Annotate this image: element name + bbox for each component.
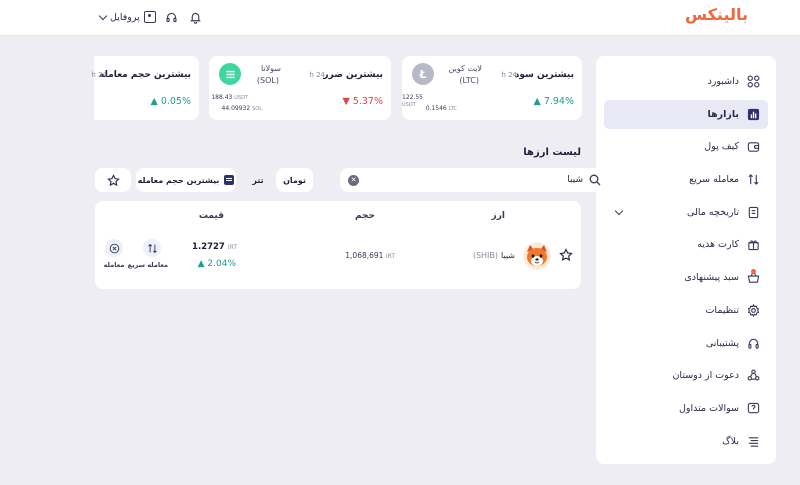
card-title: بیشترین سود (514, 70, 574, 80)
user-avatar-icon (143, 11, 156, 23)
price-cell: 1.2727 IRT (192, 242, 237, 252)
trade-button[interactable]: معامله (98, 239, 130, 269)
search-value: شیبا (567, 175, 583, 185)
sidebar-item-label: داشبورد (707, 76, 739, 87)
change-percent: ▲ 7.94% (533, 96, 574, 107)
headset-support-icon[interactable] (164, 9, 180, 25)
change-percent: ▼ 5.37% (342, 96, 383, 107)
chevron-down-icon (98, 11, 108, 20)
bar-chart-icon (747, 108, 760, 121)
sidebar-item-label: بازارها (707, 108, 739, 120)
toman-filter-chip[interactable]: تومان (276, 168, 313, 192)
swap-arrows-icon (143, 239, 161, 257)
exchange-circle-icon (105, 239, 123, 257)
column-header-price: قیمت (198, 211, 224, 221)
sidebar-item-blog[interactable]: بلاگ (604, 427, 768, 456)
sidebar-item-invite-friends[interactable]: دعوت از دوستان (604, 361, 768, 390)
coin-price: 188.43 USDT (211, 94, 248, 101)
sidebar-item-label: تنظیمات (705, 304, 739, 316)
question-icon (747, 402, 760, 415)
sidebar-item-markets[interactable]: بازارها (604, 99, 768, 129)
search-input[interactable]: شیبا ✕ (340, 168, 609, 192)
coin-name: لایت کوین (448, 64, 482, 73)
period-label: 24 h (91, 71, 107, 79)
top-header: بالینکس پروفایل (0, 0, 800, 36)
top-loser-card[interactable]: بیشترین ضرر 24 h ▼ 5.37% سولانا (SOL) 18… (209, 56, 391, 120)
menu-lines-icon (747, 435, 760, 448)
sidebar-item-label: کیف پول (704, 141, 739, 153)
tether-filter-chip[interactable]: تتر (241, 168, 275, 192)
profile-menu[interactable]: پروفایل (98, 11, 156, 23)
coin-symbol: (SOL) (256, 76, 279, 85)
top-volume-card[interactable]: بیشترین حجم معامله 24 h ▲ 0.05% (91, 56, 199, 120)
users-icon (747, 369, 760, 382)
clear-search-icon[interactable]: ✕ (348, 174, 359, 186)
coin-symbol: (LTC) (459, 76, 479, 85)
sidebar: داشبورد بازارها کیف پول معامله سریع تاری… (596, 56, 776, 464)
sidebar-item-quick-trade[interactable]: معامله سریع (604, 165, 768, 194)
change-percent: ▲ 0.05% (150, 96, 191, 107)
sidebar-item-support[interactable]: پشتیبانی (604, 329, 768, 358)
star-icon (106, 173, 120, 186)
card-title: بیشترین ضرر (323, 70, 383, 80)
sidebar-item-gift-card[interactable]: کارت هدیه (604, 230, 768, 259)
logo-text: بالینکس (684, 5, 749, 24)
action-label: معامله سریع (127, 261, 168, 269)
quick-trade-button[interactable]: معامله سریع (127, 239, 168, 269)
swap-arrows-icon (747, 173, 760, 186)
currency-table: ارز حجم قیمت شیبا(SHIB) 1,068,691 IRT 1.… (95, 201, 581, 289)
notification-bell-icon[interactable] (188, 9, 204, 25)
headset-icon (747, 337, 760, 350)
coin-amount: 0.1546 LTC (425, 105, 457, 112)
sort-by-dropdown[interactable]: بیشترین حجم معامله (136, 168, 236, 192)
header-actions: پروفایل (98, 7, 204, 27)
search-icon (589, 174, 601, 186)
chevron-down-icon[interactable] (614, 206, 624, 215)
wallet-icon (747, 140, 760, 153)
favorites-filter-button[interactable] (95, 168, 131, 192)
coin-name: سولانا (260, 64, 281, 73)
shiba-logo-icon (523, 242, 551, 270)
sidebar-item-label: دعوت از دوستان (672, 370, 739, 382)
profile-label: پروفایل (110, 11, 140, 23)
chip-label: تتر (252, 175, 264, 185)
chip-label: تومان (283, 175, 306, 185)
gear-icon (747, 303, 760, 317)
solana-logo-icon (219, 63, 241, 85)
sidebar-item-wallet[interactable]: کیف پول (604, 132, 768, 161)
sidebar-item-label: کارت هدیه (697, 239, 739, 251)
sort-label: بیشترین حجم معامله (137, 175, 220, 185)
sidebar-item-label: تاریخچه مالی (687, 206, 739, 218)
period-label: 24 h (501, 71, 517, 79)
sidebar-item-label: سبد پیشنهادی (684, 272, 739, 284)
sidebar-item-label: سوالات متداول (679, 402, 739, 414)
action-label: معامله (103, 261, 125, 269)
sidebar-item-settings[interactable]: تنظیمات (604, 296, 768, 325)
sidebar-item-faq[interactable]: سوالات متداول (604, 394, 768, 423)
currency-list-title: لیست ارزها (523, 147, 581, 158)
filter-icon (224, 175, 235, 185)
coin-name-cell: شیبا(SHIB) (472, 251, 515, 260)
price-change-cell: ▲ 2.04% (197, 259, 236, 269)
top-gainer-card[interactable]: بیشترین سود 24 h ▲ 7.94% Ł لایت کوین (LT… (402, 56, 582, 120)
coin-amount: 44.09932 SOL (221, 105, 262, 112)
favorite-star-icon[interactable] (559, 248, 573, 262)
litecoin-logo-icon: Ł (412, 63, 434, 85)
grid-icon (747, 75, 760, 88)
sidebar-item-financial-history[interactable]: تاریخچه مالی (604, 198, 768, 227)
sidebar-item-suggested-basket[interactable]: سبد پیشنهادی (604, 263, 768, 292)
volume-cell: 1,068,691 IRT (345, 251, 395, 260)
sidebar-item-label: معامله سریع (689, 174, 739, 186)
sidebar-item-label: پشتیبانی (705, 337, 739, 349)
receipt-icon (747, 206, 760, 219)
column-header-volume: حجم (354, 211, 375, 221)
brand-logo[interactable]: بالینکس (684, 5, 749, 24)
column-header-coin: ارز (491, 211, 505, 221)
period-label: 24 h (309, 71, 325, 79)
sidebar-item-label: بلاگ (722, 435, 739, 447)
gift-icon (747, 238, 760, 251)
card-title: بیشترین حجم معامله (99, 70, 191, 80)
sidebar-item-dashboard[interactable]: داشبورد (604, 67, 768, 96)
